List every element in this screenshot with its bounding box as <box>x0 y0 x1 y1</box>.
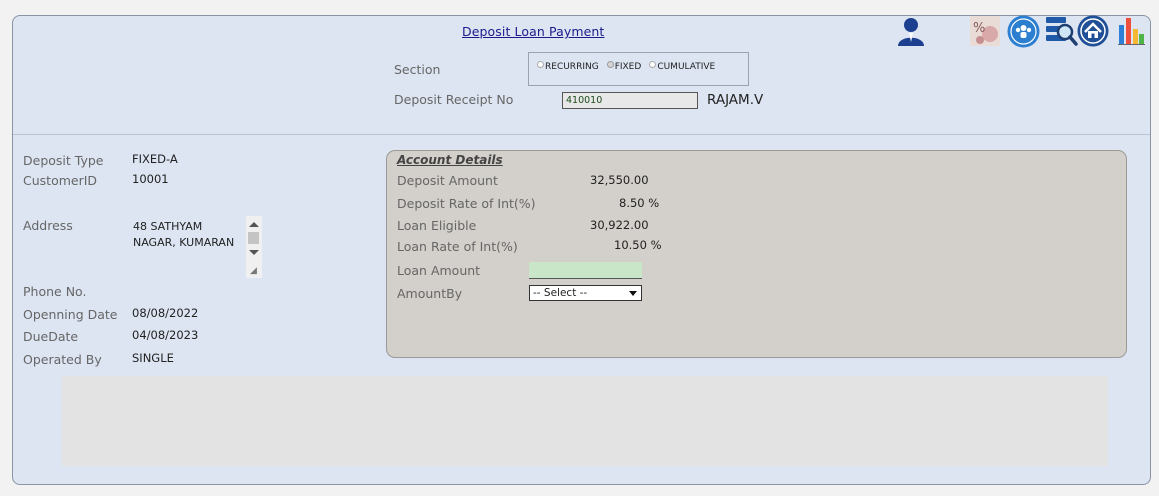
scroll-thumb[interactable] <box>248 232 259 244</box>
section-radio-group: RECURRING FIXED CUMULATIVE <box>528 52 749 86</box>
deposit-receipt-input[interactable] <box>562 92 698 109</box>
due-date-label: DueDate <box>23 329 79 344</box>
account-details-title: Account Details <box>397 153 503 167</box>
loan-rate-label: Loan Rate of Int(%) <box>397 239 518 254</box>
team-icon[interactable] <box>1007 15 1040 48</box>
bar-chart-icon[interactable] <box>1117 15 1145 45</box>
amount-by-selected: -- Select -- <box>533 287 588 299</box>
section-radio-recurring[interactable]: RECURRING <box>537 61 599 72</box>
user-icon[interactable] <box>896 15 926 47</box>
bottom-grid-area <box>62 376 1108 466</box>
radio-circle-icon[interactable] <box>606 61 614 68</box>
chevron-down-icon <box>629 290 637 296</box>
deposit-type-label: Deposit Type <box>23 153 104 168</box>
section-label: Section <box>394 62 441 77</box>
operated-by-value: SINGLE <box>132 351 174 365</box>
deposit-amount-value: 32,550.00 <box>590 173 649 187</box>
operated-by-label: Operated By <box>23 352 102 367</box>
opening-date-label: Openning Date <box>23 307 118 322</box>
home-icon[interactable] <box>1077 15 1109 47</box>
loan-eligible-label: Loan Eligible <box>397 218 477 233</box>
resize-handle-icon[interactable]: ◢ <box>250 266 257 276</box>
page-title[interactable]: Deposit Loan Payment <box>462 24 604 39</box>
radio-circle-icon[interactable] <box>537 61 544 68</box>
loan-amount-label: Loan Amount <box>397 263 481 278</box>
customer-id-label: CustomerID <box>23 173 98 188</box>
phone-label: Phone No. <box>23 284 87 299</box>
customer-id-value: 10001 <box>132 172 169 186</box>
deposit-rate-label: Deposit Rate of Int(%) <box>397 196 536 211</box>
address-label: Address <box>23 218 73 233</box>
amount-by-select[interactable]: -- Select -- <box>529 285 642 301</box>
header-divider <box>13 134 1150 135</box>
loan-eligible-value: 30,922.00 <box>590 218 649 232</box>
scroll-up-icon[interactable] <box>249 222 259 227</box>
customer-name: RAJAM.V <box>707 92 764 108</box>
svg-text:%: % <box>973 21 985 36</box>
radio-label: FIXED <box>614 62 642 72</box>
deposit-amount-label: Deposit Amount <box>397 173 498 188</box>
loan-amount-input[interactable] <box>529 262 642 279</box>
radio-circle-icon[interactable] <box>649 61 657 68</box>
due-date-value: 04/08/2023 <box>132 328 199 342</box>
deposit-rate-value: 8.50 % <box>619 196 660 210</box>
amount-by-label: AmountBy <box>397 286 463 301</box>
address-value: 48 SATHYAM NAGAR, KUMARAN <box>133 220 235 249</box>
deposit-type-value: FIXED-A <box>132 152 178 166</box>
scroll-down-icon[interactable] <box>249 250 259 255</box>
radio-label: RECURRING <box>545 62 599 72</box>
radio-label: CUMULATIVE <box>657 62 716 72</box>
address-textarea[interactable]: 48 SATHYAM NAGAR, KUMARAN ◢ <box>130 216 264 278</box>
section-radio-fixed[interactable]: FIXED <box>606 61 642 72</box>
interest-icon[interactable]: % <box>970 16 1000 46</box>
loan-rate-value: 10.50 % <box>614 238 662 252</box>
search-list-icon[interactable] <box>1045 15 1078 47</box>
receipt-label: Deposit Receipt No <box>394 92 514 107</box>
section-radio-cumulative[interactable]: CUMULATIVE <box>649 61 716 72</box>
opening-date-value: 08/08/2022 <box>132 306 199 320</box>
